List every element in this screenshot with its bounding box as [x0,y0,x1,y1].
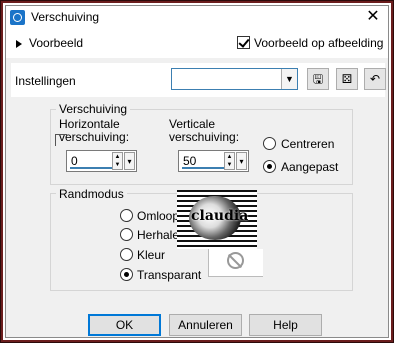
vertical-label-2: verschuiving: [169,130,240,144]
edge-mode-title: Randmodus [56,187,127,201]
radio-omloop[interactable] [120,209,133,222]
random-button[interactable]: ⚄ [336,68,358,90]
dice-icon: ⚄ [341,72,353,86]
radio-center-label: Centreren [281,137,335,151]
radio-custom[interactable] [263,160,276,173]
radio-center[interactable] [263,137,276,150]
app-icon [10,10,25,25]
vertical-offset-input[interactable]: 50 ▲ ▼ ▾ [178,150,249,172]
spin-updown-icon[interactable]: ▲ ▼ [224,152,235,170]
horizontal-offset-input[interactable]: 0 ▲ ▼ ▾ [66,150,137,172]
chevron-down-icon[interactable]: ▾ [236,152,247,170]
offset-group-title: Verschuiving [56,102,131,116]
title-bar: Verschuiving ✕ [6,6,388,30]
value-underline [182,167,224,169]
no-symbol-icon [227,252,244,269]
settings-bar: Instellingen ▼ 🖫 ⚄ ↶ [11,63,386,97]
preview-on-image-checkbox[interactable]: Voorbeeld op afbeelding [237,35,383,50]
horizontal-offset-value: 0 [71,154,78,168]
value-underline [70,167,112,169]
preview-on-image-label: Voorbeeld op afbeelding [254,35,384,50]
reset-icon: ↶ [369,72,381,86]
help-button[interactable]: Help [249,314,322,336]
window-title: Verschuiving [31,10,100,24]
radio-custom-label: Aangepast [281,160,339,174]
chevron-down-icon[interactable]: ▼ [281,69,297,89]
preview-expander[interactable]: Voorbeeld [16,36,83,50]
radio-kleur-label: Kleur [137,248,166,262]
edge-preview-image: claudia [177,190,257,249]
cancel-button[interactable]: Annuleren [169,314,242,336]
radio-transparant-label: Transparant [137,268,202,282]
link-checkbox[interactable] [55,134,67,146]
settings-label: Instellingen [15,74,76,88]
horizontal-label-1: Horizontale [59,117,120,131]
horizontal-label-2: verschuiving: [59,130,130,144]
radio-omloop-label: Omloop [137,209,180,223]
save-preset-button[interactable]: 🖫 [307,68,329,90]
preset-combobox[interactable]: ▼ [171,68,298,90]
vertical-label-1: Verticale [169,117,216,131]
save-icon: 🖫 [312,72,324,86]
spin-updown-icon[interactable]: ▲ ▼ [112,152,123,170]
dialog-window: Verschuiving ✕ Voorbeeld Voorbeeld op af… [5,5,389,338]
checkbox-box[interactable] [237,36,250,50]
radio-kleur[interactable] [120,248,133,261]
vertical-offset-value: 50 [183,154,197,168]
radio-transparant[interactable] [120,268,133,281]
chevron-down-icon[interactable]: ▾ [124,152,135,170]
expand-arrow-icon [16,39,22,48]
close-button[interactable]: ✕ [364,8,382,26]
preview-expander-label: Voorbeeld [29,36,84,50]
radio-herhalen[interactable] [120,228,133,241]
reset-button[interactable]: ↶ [364,68,386,90]
preview-watermark: claudia [191,208,249,224]
ok-button[interactable]: OK [88,314,161,336]
